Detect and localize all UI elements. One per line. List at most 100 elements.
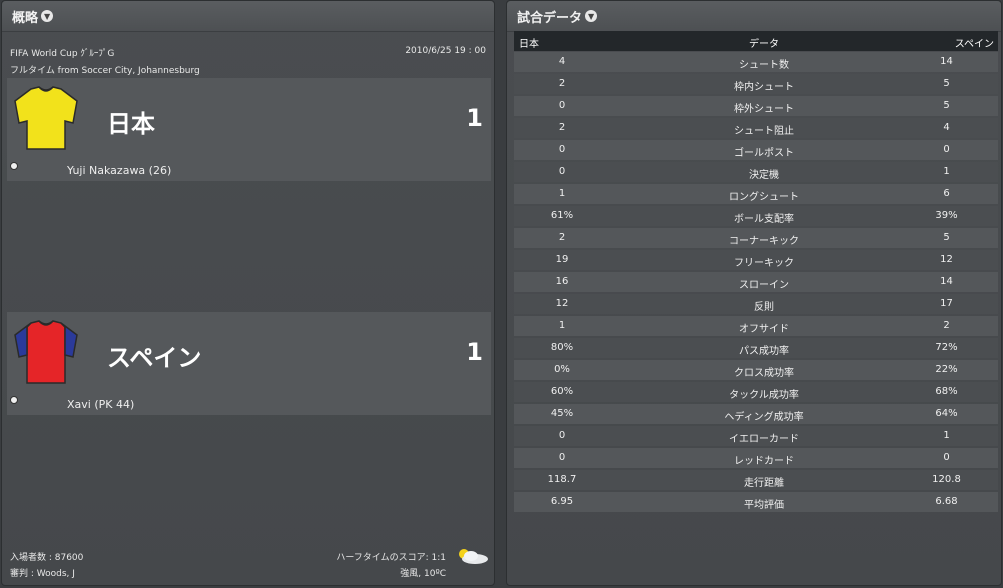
away-team-box: スペイン 1 Xavi (PK 44) [7, 312, 491, 415]
stat-label: イエローカード [729, 434, 799, 445]
home-team-score: 1 [466, 104, 483, 132]
stat-away-value: 0 [943, 144, 950, 155]
overview-header[interactable]: 概略 ▼ [2, 1, 494, 32]
stat-home-value: 16 [555, 276, 569, 287]
stat-away-value: 39% [935, 210, 958, 221]
stat-home-value: 6.95 [550, 496, 574, 507]
stat-home-value: 45% [550, 408, 574, 419]
stat-away-value: 22% [935, 364, 958, 375]
weather-icon [459, 549, 488, 564]
attendance-label: 入場者数 : 87600 [10, 553, 84, 563]
stat-label: ボール支配率 [734, 214, 794, 225]
stat-home-value: 0 [558, 144, 566, 155]
stat-away-value: 72% [935, 342, 958, 353]
stat-away-value: 68% [935, 386, 958, 397]
stat-away-value: 14 [940, 56, 953, 67]
stat-label: レッドカード [734, 456, 794, 467]
stat-label: フリーキック [734, 258, 794, 269]
overview-panel: 概略 ▼ FIFA World Cup ｸﾞﾙｰﾌﾟG 2010/6/25 19… [1, 0, 495, 586]
table-row: 6.95 平均評価 6.68 [514, 492, 998, 512]
table-row: 2 シュート阻止 4 [514, 118, 998, 138]
table-row: 4 シュート数 14 [514, 52, 998, 72]
stats-header[interactable]: 試合データ ▼ [507, 1, 1001, 32]
stat-home-value: 1 [558, 188, 566, 199]
table-row: 0 決定機 1 [514, 162, 998, 182]
stat-home-value: 2 [558, 78, 566, 89]
stat-away-value: 6.68 [935, 496, 958, 507]
table-row: 60% タックル成功率 68% [514, 382, 998, 402]
overview-title: 概略 [12, 10, 39, 26]
table-row: 0 レッドカード 0 [514, 448, 998, 468]
stat-home-value: 60% [550, 386, 574, 397]
referee-label: 審判 : Woods, J [10, 569, 75, 579]
chevron-down-icon[interactable]: ▼ [41, 10, 54, 22]
stat-home-value: 0 [558, 100, 566, 111]
table-row: 0 枠外シュート 5 [514, 96, 998, 116]
stat-label: 決定機 [749, 170, 779, 181]
chevron-down-icon[interactable]: ▼ [585, 10, 598, 22]
table-row: 0% クロス成功率 22% [514, 360, 998, 380]
ball-icon [10, 162, 18, 170]
stat-label: オフサイド [739, 324, 789, 335]
stat-label: ロングシュート [729, 192, 799, 203]
stat-label: コーナーキック [729, 236, 799, 247]
table-row: 1 ロングシュート 6 [514, 184, 998, 204]
stat-label: 枠内シュート [734, 82, 794, 93]
table-row: 80% パス成功率 72% [514, 338, 998, 358]
stat-home-value: 1 [558, 320, 566, 331]
header-away: スペイン [954, 39, 994, 50]
table-row: 2 コーナーキック 5 [514, 228, 998, 248]
stat-label: シュート数 [739, 60, 789, 71]
stat-label: 反則 [754, 302, 774, 313]
match-datetime: 2010/6/25 19 : 00 [405, 46, 486, 56]
away-team-score: 1 [466, 338, 483, 366]
table-row: 0 ゴールポスト 0 [514, 140, 998, 160]
stat-away-value: 120.8 [932, 474, 961, 485]
stat-home-value: 0 [558, 430, 566, 441]
stat-home-value: 0% [554, 364, 570, 375]
ball-icon [10, 396, 18, 404]
stat-away-value: 4 [943, 122, 950, 133]
stat-home-value: 12 [555, 298, 569, 309]
home-team-name: 日本 [107, 110, 155, 138]
stat-label: 枠外シュート [734, 104, 794, 115]
stat-home-value: 0 [558, 452, 566, 463]
stat-label: 走行距離 [744, 478, 784, 489]
stat-home-value: 61% [550, 210, 574, 221]
stat-home-value: 2 [558, 122, 566, 133]
stat-away-value: 14 [940, 276, 953, 287]
stat-away-value: 12 [940, 254, 953, 265]
stat-away-value: 17 [940, 298, 953, 309]
weather-label: 強風, 10ºC [400, 569, 446, 579]
stat-away-value: 5 [943, 100, 950, 111]
table-row: 1 オフサイド 2 [514, 316, 998, 336]
stat-home-value: 2 [558, 232, 566, 243]
stat-label: ヘディング成功率 [724, 412, 804, 423]
match-status: フルタイム from Soccer City, Johannesburg [10, 66, 200, 76]
competition-label: FIFA World Cup ｸﾞﾙｰﾌﾟG [10, 49, 115, 59]
stat-away-value: 1 [943, 166, 950, 177]
stat-label: タックル成功率 [729, 390, 799, 401]
table-row: 19 フリーキック 12 [514, 250, 998, 270]
stat-away-value: 5 [943, 78, 950, 89]
stat-label: ゴールポスト [734, 148, 794, 159]
stat-away-value: 1 [943, 430, 950, 441]
stat-away-value: 5 [943, 232, 950, 243]
stat-label: シュート阻止 [734, 126, 794, 137]
stats-panel: 試合データ ▼ 日本 データ スペイン 4 シュート数 14 2 枠内シュート 5 0 枠外シ… [506, 0, 1002, 586]
table-row: 118.7 走行距離 120.8 [514, 470, 998, 490]
stat-away-value: 2 [943, 320, 950, 331]
table-row: 0 イエローカード 1 [514, 426, 998, 446]
table-row: 12 反則 17 [514, 294, 998, 314]
header-home: 日本 [519, 39, 539, 50]
stat-home-value: 118.7 [547, 474, 577, 485]
stats-table-header: 日本 データ スペイン [514, 31, 998, 51]
away-team-name: スペイン [107, 344, 202, 372]
stat-away-value: 64% [935, 408, 958, 419]
stat-away-value: 0 [943, 452, 950, 463]
home-team-box: 日本 1 Yuji Nakazawa (26) [7, 78, 491, 181]
stat-home-value: 80% [550, 342, 574, 353]
away-shirt-icon [14, 320, 78, 384]
header-label: データ [749, 39, 779, 50]
table-row: 45% ヘディング成功率 64% [514, 404, 998, 424]
